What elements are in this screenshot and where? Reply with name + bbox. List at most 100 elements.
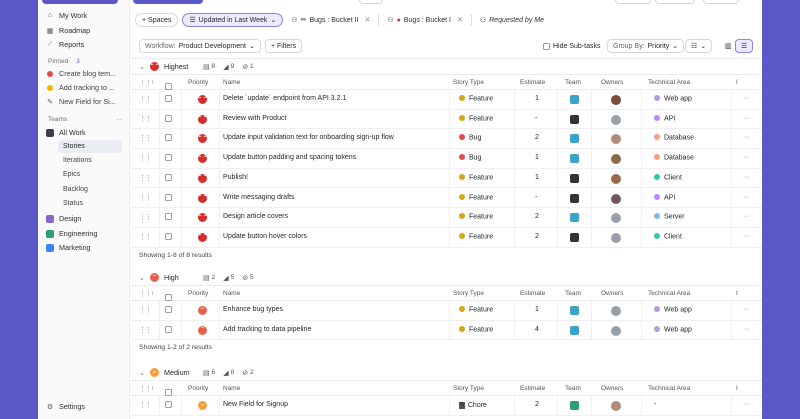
drag-handle-icon[interactable]: ⋮⋮ xyxy=(139,115,152,123)
column-header-technical-area[interactable]: Technical Area xyxy=(648,79,690,86)
owner-avatar[interactable] xyxy=(611,154,621,166)
estimate-value[interactable]: 1 xyxy=(535,154,539,161)
column-header-story-type[interactable]: Story Type xyxy=(453,385,484,392)
table-row[interactable]: ⋮⋮ = New Field for Signup ✎ Chore 2 - ··· xyxy=(131,396,762,416)
sidebar-subitem-iterations[interactable]: Iterations xyxy=(58,154,122,167)
sidebar-subitem-backlog[interactable]: Backlog xyxy=(58,183,122,196)
story-name[interactable]: Add tracking to data pipeline xyxy=(223,326,311,333)
owner-avatar[interactable] xyxy=(611,232,621,245)
estimate-value[interactable]: 2 xyxy=(535,134,539,141)
table-row[interactable]: ⋮⋮ ⌃⌃ Update input validation text for onb… xyxy=(131,129,762,150)
drag-handle-icon[interactable]: ⋮⋮ xyxy=(139,194,152,202)
owner-avatar[interactable] xyxy=(611,213,621,225)
sidebar-item-roadmap[interactable]: ▦ Roadmap xyxy=(46,24,90,37)
column-header-technical-area[interactable]: Technical Area xyxy=(648,385,690,392)
sidebar-subitem-status[interactable]: Status xyxy=(58,197,122,210)
column-header-story-type[interactable]: Story Type xyxy=(453,79,484,86)
story-name[interactable]: Review with Product xyxy=(223,115,286,122)
sidebar-item-marketing[interactable]: Marketing xyxy=(46,241,91,254)
column-header-name[interactable]: Name xyxy=(223,79,240,86)
pinned-item[interactable]: Add tracking to ... xyxy=(46,81,115,94)
owner-avatar[interactable] xyxy=(611,114,621,127)
row-more-button[interactable]: ··· xyxy=(743,174,750,181)
column-header-name[interactable]: Name xyxy=(223,385,240,392)
drag-handle-icon[interactable]: ⋮⋮ xyxy=(139,290,152,298)
table-row[interactable]: ⋮⋮ ⌃⌃ Publish! Feature 1 Client ··· xyxy=(131,168,762,189)
active-view-chip[interactable]: ☰ Updated in Last Week ⌄ xyxy=(182,13,284,27)
column-header-owners[interactable]: Owners xyxy=(601,79,623,86)
chevron-down-icon[interactable]: ⌄ xyxy=(139,273,145,282)
sidebar-item-all-work[interactable]: All Work xyxy=(46,126,86,139)
table-row[interactable]: ⋮⋮ ⌃⌃ Review with Product Feature - API ··· xyxy=(131,109,762,130)
row-more-button[interactable]: ··· xyxy=(743,95,750,102)
story-name[interactable]: Delete `update` endpoint from API 3.2.1 xyxy=(223,95,346,102)
workflow-select[interactable]: Workflow: Product Development ⌄ xyxy=(139,39,261,53)
column-header-more[interactable]: I xyxy=(736,79,738,86)
estimate-value[interactable]: 1 xyxy=(535,306,539,313)
owner-avatar[interactable] xyxy=(611,401,621,413)
close-icon[interactable]: ✕ xyxy=(457,16,463,24)
owner-avatar[interactable] xyxy=(611,95,621,107)
column-header-team[interactable]: Team xyxy=(565,290,581,297)
column-header-more[interactable]: I xyxy=(736,385,738,392)
row-more-button[interactable]: ··· xyxy=(743,306,750,313)
drag-handle-icon[interactable]: ⋮⋮ xyxy=(139,306,152,314)
story-name[interactable]: Update input validation text for onboard… xyxy=(223,134,394,141)
column-header-priority[interactable]: Priority xyxy=(188,385,208,392)
table-row[interactable]: ⋮⋮ ⌃ Add tracking to data pipeline Feature 4… xyxy=(131,320,762,341)
close-icon[interactable]: ✕ xyxy=(364,16,370,24)
row-more-button[interactable]: ··· xyxy=(743,213,750,220)
table-row[interactable]: ⋮⋮ ⌃ Enhance bug types Feature 1 Web app ··· xyxy=(131,301,762,321)
story-name[interactable]: Update button padding and spacing tokens xyxy=(223,154,356,161)
row-more-button[interactable]: ··· xyxy=(743,326,750,333)
row-more-button[interactable]: ··· xyxy=(743,115,750,122)
technical-area[interactable]: - xyxy=(654,401,656,408)
table-row[interactable]: ⋮⋮ ⌃⌃ Update button padding and spacing to… xyxy=(131,149,762,169)
drag-handle-icon[interactable]: ⋮⋮ xyxy=(139,154,152,162)
owner-avatar[interactable] xyxy=(611,173,621,186)
technical-area[interactable]: Web app xyxy=(654,325,692,333)
technical-area[interactable]: API xyxy=(654,193,675,201)
column-header-more[interactable]: I xyxy=(736,290,738,297)
estimate-value[interactable]: 1 xyxy=(535,95,539,102)
table-row[interactable]: ⋮⋮ ⌃⌃ Delete `update` endpoint from API 3.… xyxy=(131,90,762,110)
story-name[interactable]: Publish! xyxy=(223,174,248,181)
sidebar-subitem-stories[interactable]: Stories xyxy=(58,140,122,153)
sidebar-subitem-epics[interactable]: Epics xyxy=(58,168,122,181)
sort-arrow-icon[interactable]: ↑ xyxy=(151,385,154,392)
saved-view-tab[interactable]: ⚇ ✏ Bugs : Bucket II ✕ xyxy=(287,13,374,27)
drag-handle-icon[interactable]: ⋮⋮ xyxy=(139,233,152,241)
column-header-priority[interactable]: Priority xyxy=(188,79,208,86)
column-header-priority[interactable]: Priority xyxy=(188,290,208,297)
estimate-value[interactable]: 4 xyxy=(535,326,539,333)
row-more-button[interactable]: ··· xyxy=(743,154,750,161)
estimate-value[interactable]: 2 xyxy=(535,401,539,408)
row-checkbox[interactable] xyxy=(165,95,172,104)
pinned-item[interactable]: Create blog tem... xyxy=(46,67,116,80)
group-header[interactable]: ⌄ ⌃⌃ Highest ▤ 8 ◢ 9 ⊘ 1 xyxy=(131,60,762,73)
story-name[interactable]: Enhance bug types xyxy=(223,306,283,313)
teams-more-button[interactable]: ··· xyxy=(116,116,123,123)
technical-area[interactable]: Client xyxy=(654,232,682,240)
row-more-button[interactable]: ··· xyxy=(743,401,750,408)
row-more-button[interactable]: ··· xyxy=(743,194,750,201)
estimate-value[interactable]: - xyxy=(535,194,537,201)
drag-handle-icon[interactable]: ⋮⋮ xyxy=(139,174,152,182)
column-header-team[interactable]: Team xyxy=(565,385,581,392)
group-by-select[interactable]: Group By: Priority ⌄ xyxy=(607,39,685,53)
estimate-value[interactable]: 1 xyxy=(535,174,539,181)
story-name[interactable]: New Field for Signup xyxy=(223,401,288,408)
display-options-button[interactable]: ☷ ⌄ xyxy=(685,39,713,53)
row-checkbox[interactable] xyxy=(165,173,172,183)
row-checkbox[interactable] xyxy=(165,193,172,203)
column-header-story-type[interactable]: Story Type xyxy=(453,290,484,297)
story-name[interactable]: Design article covers xyxy=(223,213,288,220)
saved-view-tab[interactable]: ⚇ ● Bugs : Bucket I ✕ xyxy=(383,13,466,27)
group-header[interactable]: ⌄ = Medium ▤ 6 ◢ 8 ⊘ 2 xyxy=(131,366,762,379)
hide-subtasks-toggle[interactable]: Hide Sub-tasks xyxy=(543,39,601,53)
sidebar-item-my-work[interactable]: ⌂ My Work xyxy=(46,9,87,22)
estimate-value[interactable]: 2 xyxy=(535,213,539,220)
owner-avatar[interactable] xyxy=(611,325,621,338)
hide-subtasks-checkbox[interactable] xyxy=(543,42,550,50)
sort-arrow-icon[interactable]: ↑ xyxy=(151,79,154,86)
